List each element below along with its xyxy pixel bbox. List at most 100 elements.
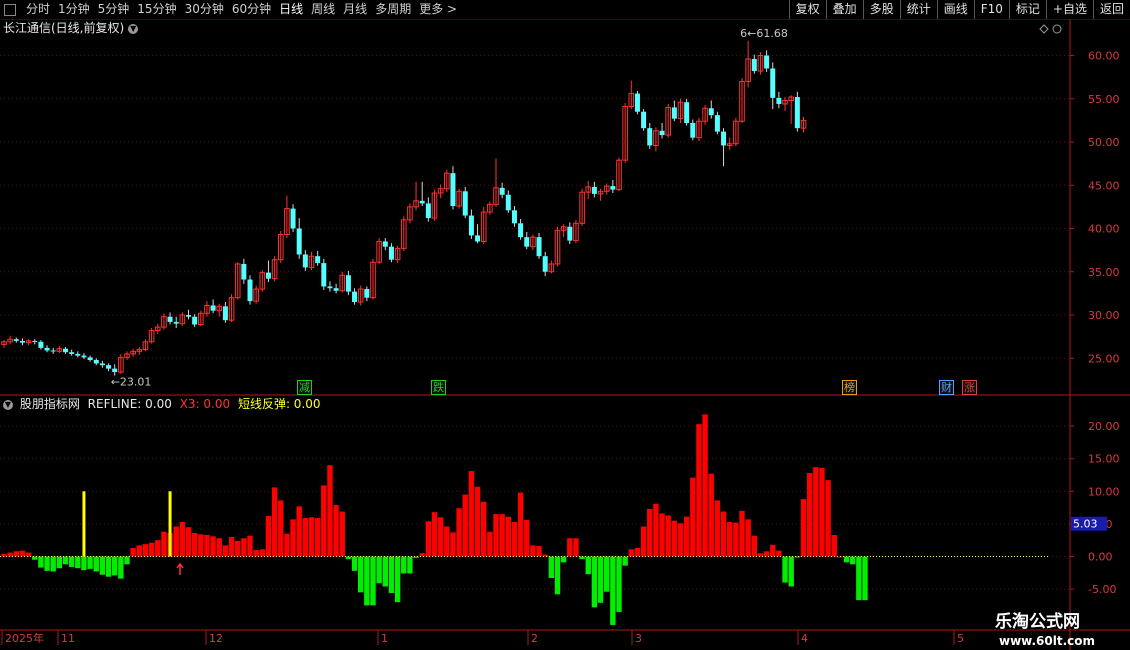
price-tick-label: 55.00 <box>1088 93 1120 106</box>
indicator-bar <box>204 534 210 557</box>
logo-url: www.60lt.com <box>999 634 1096 648</box>
indicator-bar <box>634 548 641 557</box>
candle-body <box>173 321 179 324</box>
indicator-bar <box>450 532 456 557</box>
indicator-bar <box>505 516 511 557</box>
indicator-bar <box>388 556 395 594</box>
candle-body <box>536 237 542 257</box>
signal-tag-0: 减 <box>297 380 312 395</box>
indicator-bar <box>788 556 794 587</box>
indicator-bar <box>68 556 75 567</box>
indicator-bar <box>7 552 13 557</box>
date-label: 11 <box>61 632 75 645</box>
indicator-bar <box>155 540 161 557</box>
candle-body <box>265 272 271 279</box>
signal-tag-2: 榜 <box>842 380 857 395</box>
candle-body <box>69 352 75 354</box>
indicator-bar <box>259 549 265 557</box>
candle-body <box>290 208 296 229</box>
candle-body <box>93 359 99 364</box>
price-tick-label: 30.00 <box>1088 309 1120 322</box>
date-label: 1 <box>381 632 388 645</box>
high-price-annotation: 6←61.68 <box>740 27 788 40</box>
price-tick-label: 25.00 <box>1088 352 1120 365</box>
indicator-bar <box>228 536 235 557</box>
candle-body <box>450 173 456 207</box>
candle-body <box>770 68 776 98</box>
indicator-bar <box>370 556 376 606</box>
indicator-bar <box>339 511 345 557</box>
date-label: 5 <box>957 632 964 645</box>
candle-body <box>241 263 247 280</box>
current-value-badge-text: 5.03 <box>1073 518 1098 531</box>
candle-body <box>192 316 198 325</box>
indicator-bar <box>253 549 259 557</box>
candle-body <box>505 194 511 211</box>
indicator-bar <box>431 512 438 557</box>
candle-body <box>63 348 68 353</box>
indicator-bar <box>241 538 247 557</box>
candle-body <box>462 191 468 216</box>
indicator-bar <box>850 556 856 565</box>
price-tick-label: 60.00 <box>1088 50 1120 63</box>
indicator-bar <box>124 556 130 565</box>
indicator-bar <box>647 508 653 557</box>
signal-bar <box>168 491 172 557</box>
indicator-bar <box>148 542 155 557</box>
date-label: 2 <box>531 632 538 645</box>
indicator-bar <box>604 556 610 592</box>
indicator-chevron-icon[interactable]: ▼ <box>3 399 13 410</box>
indicator-bar <box>351 556 358 571</box>
indicator-bar <box>278 500 284 557</box>
low-price-annotation: ←23.01 <box>111 376 152 389</box>
indicator-bar <box>856 556 862 601</box>
candle-body <box>315 256 321 264</box>
indicator-bar <box>474 486 481 557</box>
indicator-name: 股朋指标网 <box>19 397 80 411</box>
indicator-title: ▼ 股朋指标网 REFLINE: 0.00 X3: 0.00 短线反弹: 0.0… <box>3 397 325 411</box>
indicator-bar <box>425 521 432 557</box>
candle-body <box>50 350 56 352</box>
indicator-bar <box>216 538 222 557</box>
indicator-bar <box>284 533 290 557</box>
candle-body <box>764 55 770 69</box>
indicator-bar <box>554 556 561 595</box>
indicator-bar <box>376 556 382 584</box>
signal-tag-4: 涨 <box>962 380 977 395</box>
candle-body <box>419 200 425 204</box>
candle-body <box>468 215 474 236</box>
indicator-bar <box>38 556 44 568</box>
indicator-bar <box>56 556 63 569</box>
indicator-bar <box>487 531 493 557</box>
indicator-bar <box>290 519 296 557</box>
indicator-bar <box>831 534 837 557</box>
indicator-bar <box>99 556 106 575</box>
candle-body <box>327 286 333 289</box>
indicator-bar <box>751 535 757 557</box>
candle-body <box>647 128 653 146</box>
indicator-bar <box>235 540 241 557</box>
candle-body <box>186 315 191 317</box>
indicator-bar <box>727 521 733 557</box>
candle-body <box>425 203 431 219</box>
indicator-bar <box>462 494 468 557</box>
indicator-bar <box>573 538 579 557</box>
candle-body <box>511 210 517 224</box>
indicator-bar <box>437 517 444 557</box>
candle-body <box>222 306 228 321</box>
indicator-bar <box>806 473 813 557</box>
indicator-bar <box>382 556 388 587</box>
candle-body <box>671 107 677 119</box>
kline-chart[interactable]: 60.0055.0050.0045.0040.0035.0030.0025.00… <box>0 0 1130 650</box>
candle-body <box>567 226 573 241</box>
price-tick-label: 40.00 <box>1088 223 1120 236</box>
indicator-bar <box>265 516 272 557</box>
indicator-bar <box>616 556 622 612</box>
indicator-bar <box>862 556 868 601</box>
indicator-bar <box>536 546 542 557</box>
signal-bar <box>82 491 86 557</box>
indicator-bar <box>198 534 204 557</box>
indicator-bar <box>690 477 696 557</box>
indicator-bar <box>136 545 142 557</box>
indicator-bar <box>468 471 475 557</box>
